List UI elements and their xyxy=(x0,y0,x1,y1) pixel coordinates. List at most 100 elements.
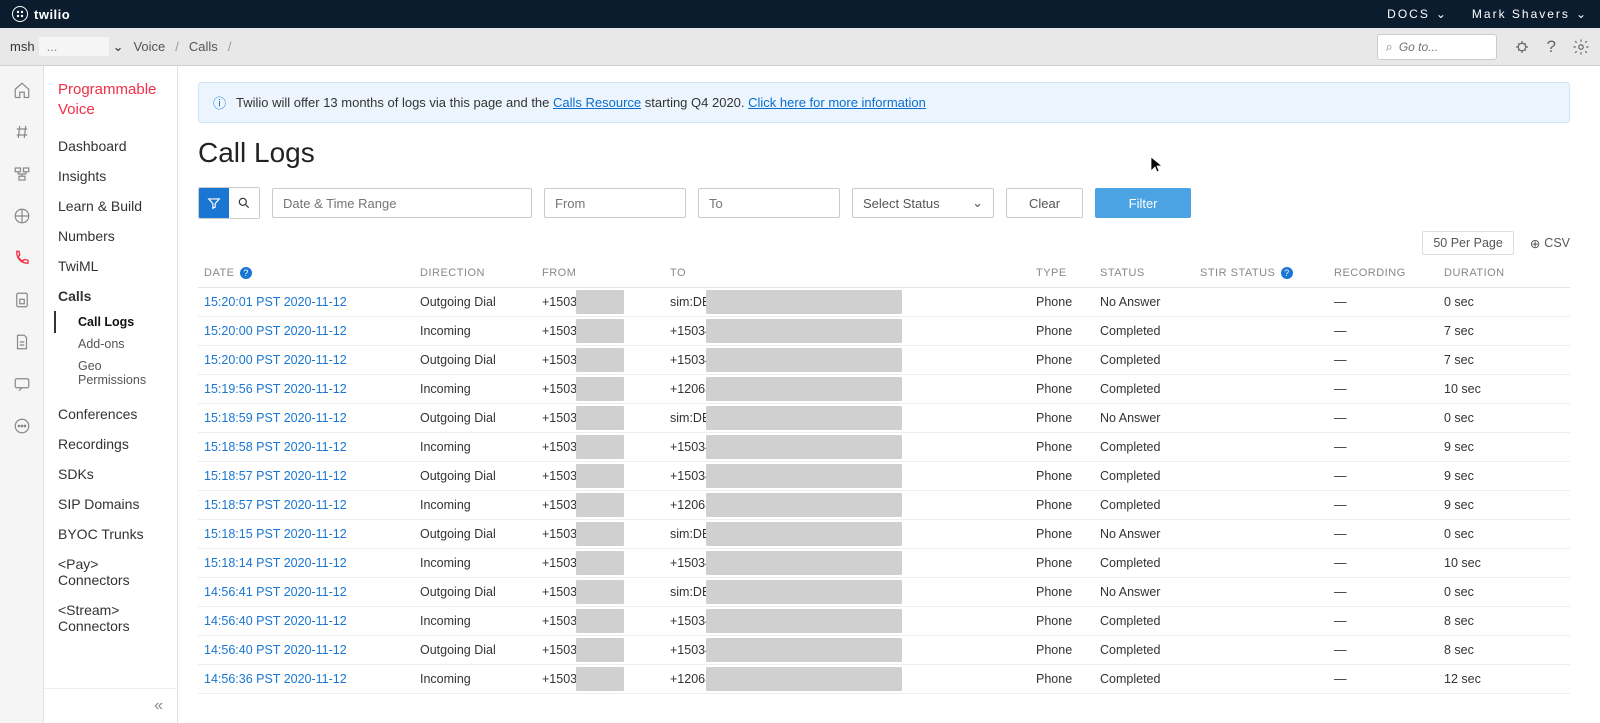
gear-icon[interactable] xyxy=(1572,38,1590,56)
cell-date[interactable]: 15:19:56 PST 2020-11-12 xyxy=(198,375,414,404)
sidebar-item-sip[interactable]: SIP Domains xyxy=(44,489,177,519)
th-type[interactable]: TYPE xyxy=(1030,259,1094,288)
filter-mode-toggle xyxy=(198,187,260,219)
cell-date[interactable]: 15:18:58 PST 2020-11-12 xyxy=(198,433,414,462)
cell-recording: — xyxy=(1328,636,1438,665)
sidebar-item-byoc[interactable]: BYOC Trunks xyxy=(44,519,177,549)
breadcrumb-voice[interactable]: Voice xyxy=(133,39,165,54)
cell-type: Phone xyxy=(1030,607,1094,636)
help-icon[interactable]: ? xyxy=(1547,37,1556,57)
sidebar-item-learn[interactable]: Learn & Build xyxy=(44,191,177,221)
cell-from: +1503 xyxy=(536,462,664,491)
cell-duration: 0 sec xyxy=(1438,578,1570,607)
cell-date[interactable]: 15:18:15 PST 2020-11-12 xyxy=(198,520,414,549)
debug-icon[interactable] xyxy=(1513,38,1531,56)
table-row: 15:19:56 PST 2020-11-12Incoming+1503+120… xyxy=(198,375,1570,404)
clear-button[interactable]: Clear xyxy=(1006,188,1083,218)
cell-type: Phone xyxy=(1030,636,1094,665)
status-select[interactable]: Select Status ⌄ xyxy=(852,188,994,218)
cell-date[interactable]: 15:20:00 PST 2020-11-12 xyxy=(198,346,414,375)
cell-date[interactable]: 15:18:14 PST 2020-11-12 xyxy=(198,549,414,578)
filter-button[interactable]: Filter xyxy=(1095,188,1191,218)
th-direction[interactable]: DIRECTION xyxy=(414,259,536,288)
breadcrumb-calls[interactable]: Calls xyxy=(189,39,218,54)
cell-date[interactable]: 14:56:41 PST 2020-11-12 xyxy=(198,578,414,607)
th-duration[interactable]: DURATION xyxy=(1438,259,1570,288)
global-search[interactable]: ⌕ xyxy=(1377,34,1497,60)
user-menu[interactable]: Mark Shavers ⌄ xyxy=(1472,7,1588,21)
sim-icon[interactable] xyxy=(12,290,32,310)
cell-to: sim:DE xyxy=(664,288,1030,317)
functions-icon[interactable] xyxy=(12,206,32,226)
cell-to: sim:DE xyxy=(664,520,1030,549)
more-info-link[interactable]: Click here for more information xyxy=(748,95,926,110)
cell-status: Completed xyxy=(1094,549,1194,578)
sidebar-item-conferences[interactable]: Conferences xyxy=(44,399,177,429)
hash-icon[interactable] xyxy=(12,122,32,142)
cell-date[interactable]: 14:56:40 PST 2020-11-12 xyxy=(198,636,414,665)
cell-direction: Outgoing Dial xyxy=(414,288,536,317)
filter-icon-btn[interactable] xyxy=(199,188,229,218)
sidebar-item-calls[interactable]: Calls xyxy=(44,281,177,311)
cell-date[interactable]: 15:20:00 PST 2020-11-12 xyxy=(198,317,414,346)
chat-icon[interactable] xyxy=(12,374,32,394)
cell-date[interactable]: 14:56:36 PST 2020-11-12 xyxy=(198,665,414,694)
sidebar-sub-geo[interactable]: Geo Permissions xyxy=(54,355,177,391)
brand[interactable]: twilio xyxy=(12,6,70,22)
th-recording[interactable]: RECORDING xyxy=(1328,259,1438,288)
cell-type: Phone xyxy=(1030,346,1094,375)
csv-export[interactable]: ⊕CSV xyxy=(1530,236,1570,251)
banner-text: Twilio will offer 13 months of logs via … xyxy=(236,95,926,110)
cell-date[interactable]: 15:18:57 PST 2020-11-12 xyxy=(198,462,414,491)
sidebar-item-insights[interactable]: Insights xyxy=(44,161,177,191)
info-banner: ⓘ Twilio will offer 13 months of logs vi… xyxy=(198,82,1570,123)
sidebar-item-recordings[interactable]: Recordings xyxy=(44,429,177,459)
per-page-select[interactable]: 50 Per Page xyxy=(1422,231,1514,255)
studio-icon[interactable] xyxy=(12,164,32,184)
home-icon[interactable] xyxy=(12,80,32,100)
cell-date[interactable]: 15:20:01 PST 2020-11-12 xyxy=(198,288,414,317)
cell-recording: — xyxy=(1328,578,1438,607)
th-status[interactable]: STATUS xyxy=(1094,259,1194,288)
th-stir[interactable]: STIR STATUS ? xyxy=(1194,259,1328,288)
sidebar-item-numbers[interactable]: Numbers xyxy=(44,221,177,251)
twilio-logo-icon xyxy=(12,6,28,22)
date-range-input[interactable] xyxy=(272,188,532,218)
cell-duration: 0 sec xyxy=(1438,288,1570,317)
cell-duration: 9 sec xyxy=(1438,491,1570,520)
cell-status: Completed xyxy=(1094,665,1194,694)
cell-from: +1503 xyxy=(536,317,664,346)
cell-recording: — xyxy=(1328,549,1438,578)
th-date[interactable]: DATE ? xyxy=(198,259,414,288)
th-to[interactable]: TO xyxy=(664,259,1030,288)
cell-date[interactable]: 14:56:40 PST 2020-11-12 xyxy=(198,607,414,636)
account-switcher[interactable]: msh ... ⌄ xyxy=(10,37,123,56)
help-icon[interactable]: ? xyxy=(240,267,252,279)
sidebar-item-dashboard[interactable]: Dashboard xyxy=(44,131,177,161)
calls-resource-link[interactable]: Calls Resource xyxy=(553,95,641,110)
to-input[interactable] xyxy=(698,188,840,218)
doc-icon[interactable] xyxy=(12,332,32,352)
search-input[interactable] xyxy=(1399,40,1479,54)
cell-status: Completed xyxy=(1094,346,1194,375)
voice-icon[interactable] xyxy=(12,248,32,268)
cell-stir xyxy=(1194,317,1328,346)
account-rest: ... xyxy=(39,37,109,56)
cell-type: Phone xyxy=(1030,433,1094,462)
th-from[interactable]: FROM xyxy=(536,259,664,288)
cell-date[interactable]: 15:18:59 PST 2020-11-12 xyxy=(198,404,414,433)
sidebar-sub-call-logs[interactable]: Call Logs xyxy=(54,311,177,333)
more-icon[interactable] xyxy=(12,416,32,436)
sidebar-collapse[interactable]: « xyxy=(44,688,177,723)
sidebar-item-sdks[interactable]: SDKs xyxy=(44,459,177,489)
search-icon-btn[interactable] xyxy=(229,188,259,218)
help-icon[interactable]: ? xyxy=(1281,267,1293,279)
sidebar-item-twiml[interactable]: TwiML xyxy=(44,251,177,281)
from-input[interactable] xyxy=(544,188,686,218)
filter-row: Select Status ⌄ Clear Filter xyxy=(198,187,1570,219)
sidebar-item-pay[interactable]: <Pay> Connectors xyxy=(44,549,177,595)
sidebar-sub-addons[interactable]: Add-ons xyxy=(54,333,177,355)
docs-link[interactable]: DOCS ⌄ xyxy=(1387,7,1448,21)
cell-date[interactable]: 15:18:57 PST 2020-11-12 xyxy=(198,491,414,520)
sidebar-item-stream[interactable]: <Stream> Connectors xyxy=(44,595,177,641)
